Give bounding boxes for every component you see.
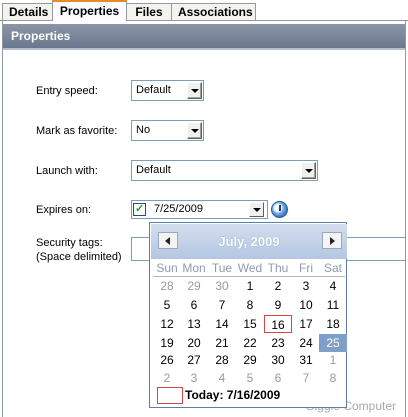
weekday-3: Wed [237,261,263,275]
expires-label: Expires on: [36,204,92,216]
calendar-day[interactable]: 20 [180,334,208,352]
calendar-day[interactable]: 7 [292,369,320,387]
calendar-day[interactable]: 8 [319,369,347,387]
favorite-label: Mark as favorite: [36,125,118,137]
header-divider [3,48,405,50]
security-tags-label: Security tags: [36,237,103,249]
calendar-day[interactable]: 30 [208,277,236,295]
calendar-day[interactable]: 29 [236,351,264,369]
calendar-day[interactable]: 5 [153,296,181,314]
calendar-day[interactable]: 24 [292,334,320,352]
calendar-day[interactable]: 7 [208,296,236,314]
expires-date-value: 7/25/2009 [154,203,203,215]
calendar-day[interactable]: 9 [264,296,292,314]
calendar-day[interactable]: 13 [180,315,208,333]
calendar-popup: July, 2009 Sun Mon Tue Wed Thu Fri Sat 28 29 30 1… [149,222,347,408]
favorite-value: No [136,124,151,136]
entry-speed-value: Default [136,84,171,96]
today-marker [157,387,183,404]
calendar-day[interactable]: 28 [208,351,236,369]
calendar-day[interactable]: 17 [292,315,320,333]
tab-strip: Details Properties Files Associations [0,0,408,21]
calendar-day[interactable]: 28 [153,277,181,295]
calendar-day[interactable]: 6 [180,296,208,314]
section-header: Properties [3,24,405,48]
weekday-2: Tue [211,261,233,275]
calendar-day[interactable]: 1 [319,351,347,369]
calendar-month-title: July, 2009 [218,234,280,249]
calendar-day[interactable]: 10 [292,296,320,314]
expires-checkbox[interactable] [133,202,146,216]
calendar-day[interactable]: 29 [180,277,208,295]
calendar-day[interactable]: 16 [264,315,292,333]
launch-with-value: Default [136,164,171,176]
calendar-day[interactable]: 3 [180,369,208,387]
calendar-day[interactable]: 6 [264,369,292,387]
favorite-select[interactable]: No [131,120,204,141]
launch-with-label: Launch with: [36,165,98,177]
calendar-day[interactable]: 15 [236,315,264,333]
chevron-down-icon[interactable] [187,122,202,139]
calendar-day[interactable]: 14 [208,315,236,333]
weekday-6: Sat [323,261,342,275]
chevron-down-icon[interactable] [187,82,202,99]
tab-associations[interactable]: Associations [171,3,256,21]
security-tags-hint: (Space delimited) [36,251,122,263]
launch-with-select[interactable]: Default [131,160,318,181]
calendar-day[interactable]: 22 [236,334,264,352]
clock-icon[interactable] [271,201,288,218]
calendar-day[interactable]: 26 [153,351,181,369]
tab-properties[interactable]: Properties [52,0,127,21]
chevron-down-icon[interactable] [301,162,316,179]
calendar-day[interactable]: 1 [236,277,264,295]
calendar-day[interactable]: 11 [319,296,347,314]
calendar-day[interactable]: 31 [292,351,320,369]
weekday-4: Thu [267,261,289,275]
calendar-day[interactable]: 25 [319,334,347,352]
tab-details[interactable]: Details [2,3,53,21]
calendar-day[interactable]: 27 [180,351,208,369]
calendar-day[interactable]: 21 [208,334,236,352]
chevron-down-icon[interactable] [249,202,264,217]
calendar-day[interactable]: 4 [319,277,347,295]
calendar-day[interactable]: 5 [236,369,264,387]
calendar-day[interactable]: 8 [236,296,264,314]
calendar-header: July, 2009 [151,224,347,259]
calendar-day[interactable]: 18 [319,315,347,333]
weekday-1: Mon [182,261,206,275]
calendar-day[interactable]: 3 [292,277,320,295]
entry-speed-select[interactable]: Default [131,80,204,101]
entry-speed-label: Entry speed: [36,85,98,97]
weekday-0: Sun [156,261,178,275]
calendar-day[interactable]: 12 [153,315,181,333]
chevron-right-icon[interactable] [322,232,342,249]
calendar-day[interactable]: 2 [153,369,181,387]
calendar-day[interactable]: 2 [264,277,292,295]
calendar-day[interactable]: 4 [208,369,236,387]
calendar-day[interactable]: 30 [264,351,292,369]
weekday-5: Fri [299,261,313,275]
today-link[interactable]: Today: 7/16/2009 [185,388,280,403]
calendar-day[interactable]: 23 [264,334,292,352]
calendar-day[interactable]: 19 [153,334,181,352]
tab-files[interactable]: Files [126,3,172,21]
